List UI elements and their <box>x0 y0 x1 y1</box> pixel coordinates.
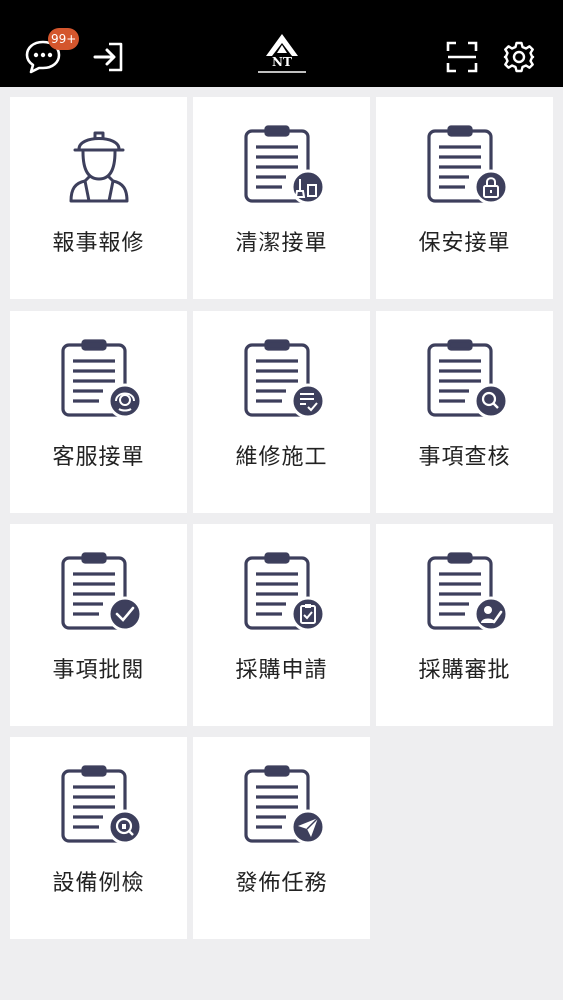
checklist-icon <box>243 339 325 419</box>
tile-label: 事項批閱 <box>52 658 145 683</box>
check-icon <box>60 552 142 632</box>
tile-label: 採購審批 <box>418 658 511 683</box>
worker-icon <box>69 131 128 203</box>
user-edit-icon <box>426 552 508 632</box>
tile-security-order[interactable]: 保安接單 <box>376 97 553 299</box>
tile-label: 維修施工 <box>235 445 328 470</box>
tile-label: 客服接單 <box>52 445 145 470</box>
inspect-icon <box>60 765 142 845</box>
top-bar: 99+ NT <box>0 0 563 87</box>
tile-label: 採購申請 <box>235 658 328 683</box>
tile-publish-task[interactable]: 發佈任務 <box>193 737 370 939</box>
lock-icon <box>426 125 508 205</box>
gear-icon[interactable] <box>503 41 535 73</box>
search-icon <box>426 339 508 419</box>
tile-label: 保安接單 <box>418 231 511 256</box>
tile-purchase-approval[interactable]: 採購審批 <box>376 524 553 726</box>
tile-customer-service-order[interactable]: 客服接單 <box>10 311 187 513</box>
logo-text: NT <box>272 55 292 69</box>
tile-report-repair[interactable]: 報事報修 <box>10 97 187 299</box>
tile-label: 事項查核 <box>418 445 511 470</box>
tile-item-review[interactable]: 事項批閱 <box>10 524 187 726</box>
tile-equipment-inspection[interactable]: 設備例檢 <box>10 737 187 939</box>
tile-item-check[interactable]: 事項查核 <box>376 311 553 513</box>
cleaning-icon <box>243 125 325 205</box>
tile-maintenance[interactable]: 維修施工 <box>193 311 370 513</box>
tile-purchase-request[interactable]: 採購申請 <box>193 524 370 726</box>
headset-icon <box>60 339 142 419</box>
send-icon <box>243 765 325 845</box>
notification-badge: 99+ <box>48 28 80 50</box>
tile-label: 設備例檢 <box>52 871 145 896</box>
tile-cleaning-order[interactable]: 清潔接單 <box>193 97 370 299</box>
nt-logo: NT <box>258 34 306 73</box>
tile-label: 清潔接單 <box>235 231 328 256</box>
scan-icon[interactable] <box>446 41 478 73</box>
tile-label: 報事報修 <box>52 231 145 256</box>
logout-icon[interactable] <box>93 41 125 73</box>
tile-label: 發佈任務 <box>235 871 328 896</box>
clipboard-icon <box>243 552 325 632</box>
